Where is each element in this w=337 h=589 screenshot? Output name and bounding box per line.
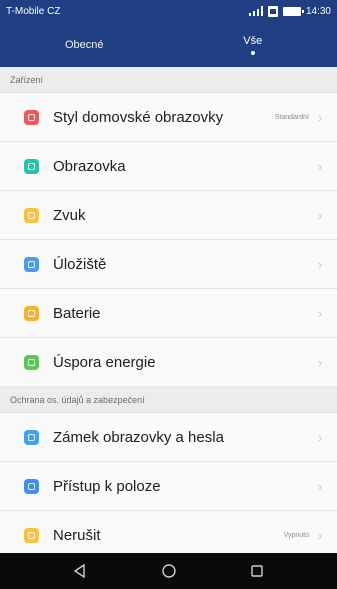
item-label: Styl domovské obrazovky bbox=[53, 108, 224, 126]
settings-item-power-saving[interactable]: Úspora energie › bbox=[0, 338, 337, 387]
item-label: Zvuk bbox=[53, 206, 86, 224]
back-icon bbox=[73, 563, 85, 579]
item-label: Úspora energie bbox=[53, 353, 156, 371]
recents-icon bbox=[251, 565, 263, 577]
tab-label: Obecné bbox=[64, 38, 104, 51]
storage-icon bbox=[24, 256, 39, 272]
chevron-right-icon: › bbox=[317, 207, 323, 223]
do-not-disturb-icon bbox=[24, 527, 39, 543]
chevron-right-icon: › bbox=[317, 158, 323, 174]
item-label: Přístup k poloze bbox=[53, 477, 161, 495]
item-value: Standardní bbox=[274, 113, 309, 121]
item-label: Obrazovka bbox=[53, 157, 126, 175]
active-tab-indicator bbox=[250, 50, 255, 55]
display-icon bbox=[24, 158, 39, 174]
settings-item-battery[interactable]: Baterie › bbox=[0, 289, 337, 338]
item-value: Vypnuto bbox=[283, 531, 309, 539]
chevron-right-icon: › bbox=[317, 305, 323, 321]
battery-icon bbox=[24, 305, 39, 321]
home-button[interactable] bbox=[161, 563, 177, 579]
battery-status-icon bbox=[282, 6, 304, 16]
home-style-icon bbox=[24, 109, 39, 125]
item-label: Zámek obrazovky a hesla bbox=[53, 428, 224, 446]
item-label: Baterie bbox=[53, 304, 101, 322]
signal-icon bbox=[248, 6, 263, 16]
settings-item-storage[interactable]: Úložiště › bbox=[0, 240, 337, 289]
settings-item-display[interactable]: Obrazovka › bbox=[0, 142, 337, 191]
chevron-right-icon: › bbox=[317, 478, 323, 494]
status-icons: 14:30 bbox=[248, 5, 331, 17]
chevron-right-icon: › bbox=[317, 527, 323, 543]
tab-label: Vše bbox=[243, 34, 263, 47]
status-bar: T-Mobile CZ 14:30 bbox=[0, 0, 337, 22]
clock: 14:30 bbox=[305, 5, 331, 17]
carrier-name: T-Mobile CZ bbox=[6, 5, 61, 17]
item-label: Nerušit bbox=[53, 526, 101, 544]
navigation-bar bbox=[0, 553, 337, 589]
home-icon bbox=[161, 564, 176, 578]
settings-item-screen-lock[interactable]: Zámek obrazovky a hesla › bbox=[0, 413, 337, 462]
tab-all[interactable]: Vše bbox=[169, 22, 337, 67]
power-saving-icon bbox=[24, 354, 39, 370]
chevron-right-icon: › bbox=[317, 429, 323, 445]
settings-item-home-screen-style[interactable]: Styl domovské obrazovky Standardní › bbox=[0, 93, 337, 142]
settings-item-location-access[interactable]: Přístup k poloze › bbox=[0, 462, 337, 511]
sim-icon bbox=[267, 5, 278, 17]
chevron-right-icon: › bbox=[317, 109, 323, 125]
lock-icon bbox=[24, 429, 39, 445]
chevron-right-icon: › bbox=[317, 256, 323, 272]
back-button[interactable] bbox=[72, 563, 88, 579]
tab-general[interactable]: Obecné bbox=[0, 22, 169, 67]
item-label: Úložiště bbox=[53, 255, 107, 273]
location-icon bbox=[24, 478, 39, 494]
settings-list: Zařízení Styl domovské obrazovky Standar… bbox=[0, 67, 337, 560]
section-header-privacy-security: Ochrana os. údajů a zabezpečení bbox=[0, 387, 337, 413]
sound-icon bbox=[24, 207, 39, 223]
settings-item-sound[interactable]: Zvuk › bbox=[0, 191, 337, 240]
tab-bar: Obecné Vše bbox=[0, 22, 337, 67]
chevron-right-icon: › bbox=[317, 354, 323, 370]
section-header-device: Zařízení bbox=[0, 67, 337, 93]
recents-button[interactable] bbox=[249, 563, 265, 579]
